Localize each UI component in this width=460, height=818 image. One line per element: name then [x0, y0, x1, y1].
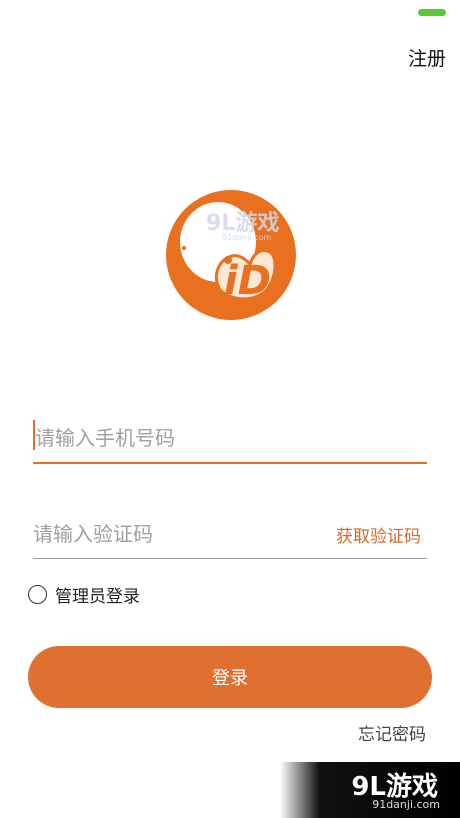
- logo-letters: iD: [224, 258, 271, 304]
- phone-input[interactable]: [35, 416, 325, 460]
- forgot-password-link[interactable]: 忘记密码: [358, 720, 426, 745]
- get-code-button[interactable]: 获取验证码: [336, 522, 421, 547]
- register-link[interactable]: 注册: [408, 44, 446, 71]
- watermark-site: 91danji.com: [372, 798, 440, 811]
- status-indicator: [418, 9, 446, 16]
- admin-radio[interactable]: [28, 584, 47, 604]
- watermark-logo: 9L游戏 91danji.com: [206, 210, 279, 242]
- admin-login-option[interactable]: 管理员登录: [28, 582, 140, 607]
- svg-text:91danji.com: 91danji.com: [222, 233, 272, 242]
- verification-code-input[interactable]: [33, 512, 323, 556]
- watermark-banner: 9L游戏 91danji.com: [280, 762, 460, 818]
- login-button[interactable]: 登录: [28, 646, 432, 708]
- verification-code-field[interactable]: 获取验证码: [33, 512, 427, 559]
- phone-field[interactable]: [33, 416, 427, 464]
- admin-login-label: 管理员登录: [55, 586, 140, 607]
